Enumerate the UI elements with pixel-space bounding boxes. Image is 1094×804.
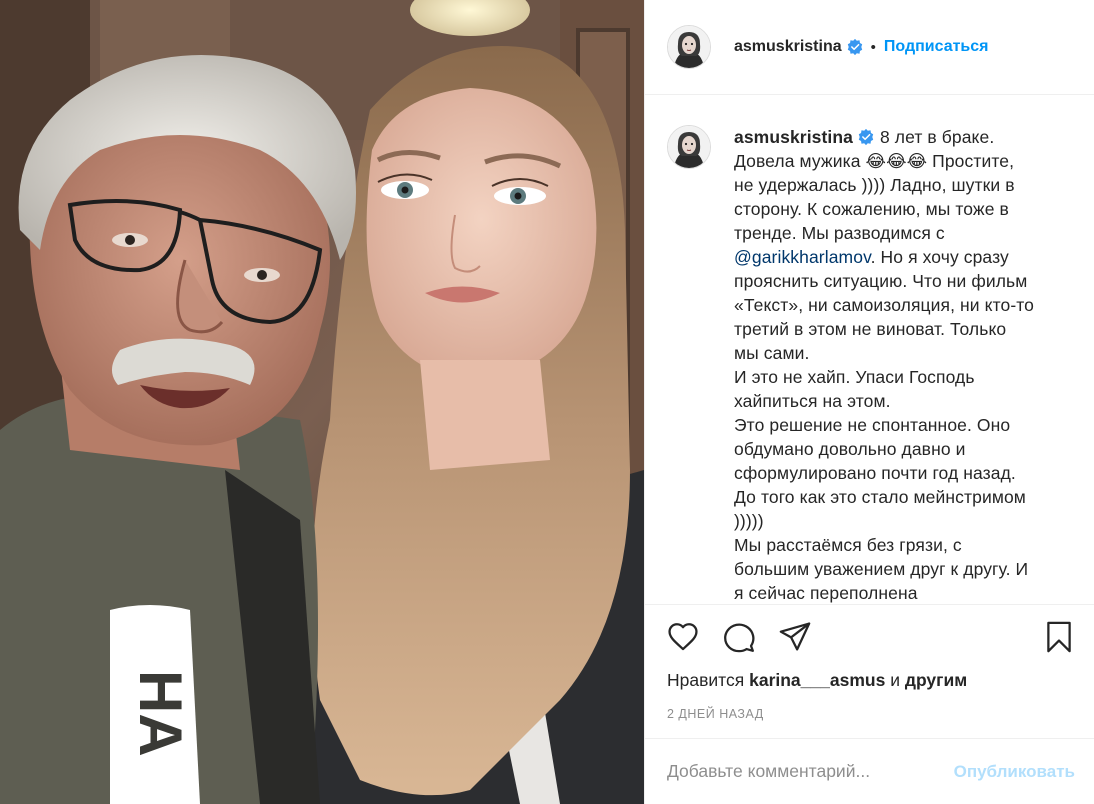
caption-line: сформулировано почти год назад. (734, 463, 1016, 483)
comment-icon[interactable] (722, 620, 756, 654)
caption-username[interactable]: asmuskristina (734, 127, 853, 147)
selfie-photo: HA (0, 0, 644, 804)
caption-line: не удержалась )))) Ладно, шутки в (734, 175, 1015, 195)
post-sidebar: asmuskristina • Подписаться asmuskristin… (644, 0, 1094, 804)
caption-line-text: . Но я хочу сразу (870, 247, 1009, 267)
caption-line: третий в этом не виноват. Только (734, 319, 1007, 339)
caption-line: большим уважением друг к другу. И (734, 559, 1029, 579)
likes-prefix: Нравится (667, 670, 745, 690)
likes-and: и (890, 670, 900, 690)
comment-input[interactable] (667, 761, 927, 782)
caption-line: я сейчас переполнена (734, 583, 918, 603)
action-bar (645, 605, 1094, 669)
avatar-image (668, 26, 710, 68)
post-photo[interactable]: HA (0, 0, 644, 804)
separator-dot: • (870, 38, 876, 56)
caption-line: мы сами. (734, 343, 810, 363)
caption-avatar[interactable] (667, 125, 711, 169)
caption-line-text: 8 лет в браке. (879, 127, 995, 147)
heart-icon[interactable] (666, 620, 700, 654)
likes-others-link[interactable]: другим (905, 670, 967, 690)
caption-scroll-area[interactable]: asmuskristina 8 лет в браке. Довела мужи… (645, 95, 1094, 605)
caption-text: asmuskristina 8 лет в браке. Довела мужи… (734, 125, 1064, 604)
avatar-image (668, 126, 710, 168)
liked-by-user-link[interactable]: karina___asmus (749, 670, 885, 690)
caption-line: asmuskristina 8 лет в браке. (734, 125, 1064, 149)
post-date[interactable]: 2 дней назад (645, 699, 1094, 739)
caption-line: Это решение не спонтанное. Оно (734, 415, 1011, 435)
username[interactable]: asmuskristina (734, 38, 842, 56)
comment-form: Опубликовать (645, 739, 1094, 804)
caption-line: хайпиться на этом. (734, 391, 891, 411)
instagram-post: HA asmuskristina • Подписаться asmuskris… (0, 0, 1094, 804)
verified-badge-icon (847, 38, 862, 56)
follow-button[interactable]: Подписаться (884, 38, 989, 56)
caption-line: тренде. Мы разводимся с (734, 223, 945, 243)
verified-badge-icon (858, 128, 874, 146)
caption-line: Мы расстаёмся без грязи, с (734, 535, 962, 555)
caption-row: asmuskristina 8 лет в браке. Довела мужи… (645, 95, 1094, 604)
avatar[interactable] (667, 25, 711, 69)
caption-line: обдумано довольно давно и (734, 439, 966, 459)
post-header: asmuskristina • Подписаться (645, 0, 1094, 95)
send-icon[interactable] (778, 620, 812, 654)
likes-summary: Нравится karina___asmus и другим (645, 669, 1094, 699)
caption-line: прояснить ситуацию. Что ни фильм (734, 271, 1028, 291)
bookmark-icon[interactable] (1042, 620, 1076, 654)
caption-line: ))))) (734, 511, 764, 531)
caption-line: сторону. К сожалению, мы тоже в (734, 199, 1009, 219)
caption-line: И это не хайп. Упаси Господь (734, 367, 975, 387)
caption-line: «Текст», ни самоизоляция, ни кто-то (734, 295, 1035, 315)
publish-button[interactable]: Опубликовать (954, 762, 1075, 782)
svg-text:HA: HA (127, 670, 194, 757)
caption-line: Довела мужика 😂😂😂 Простите, (734, 151, 1015, 171)
caption-line: До того как это стало мейнстримом (734, 487, 1026, 507)
caption-line: @garikkharlamov. Но я хочу сразу (734, 245, 1064, 269)
mention-link[interactable]: @garikkharlamov (734, 247, 871, 267)
